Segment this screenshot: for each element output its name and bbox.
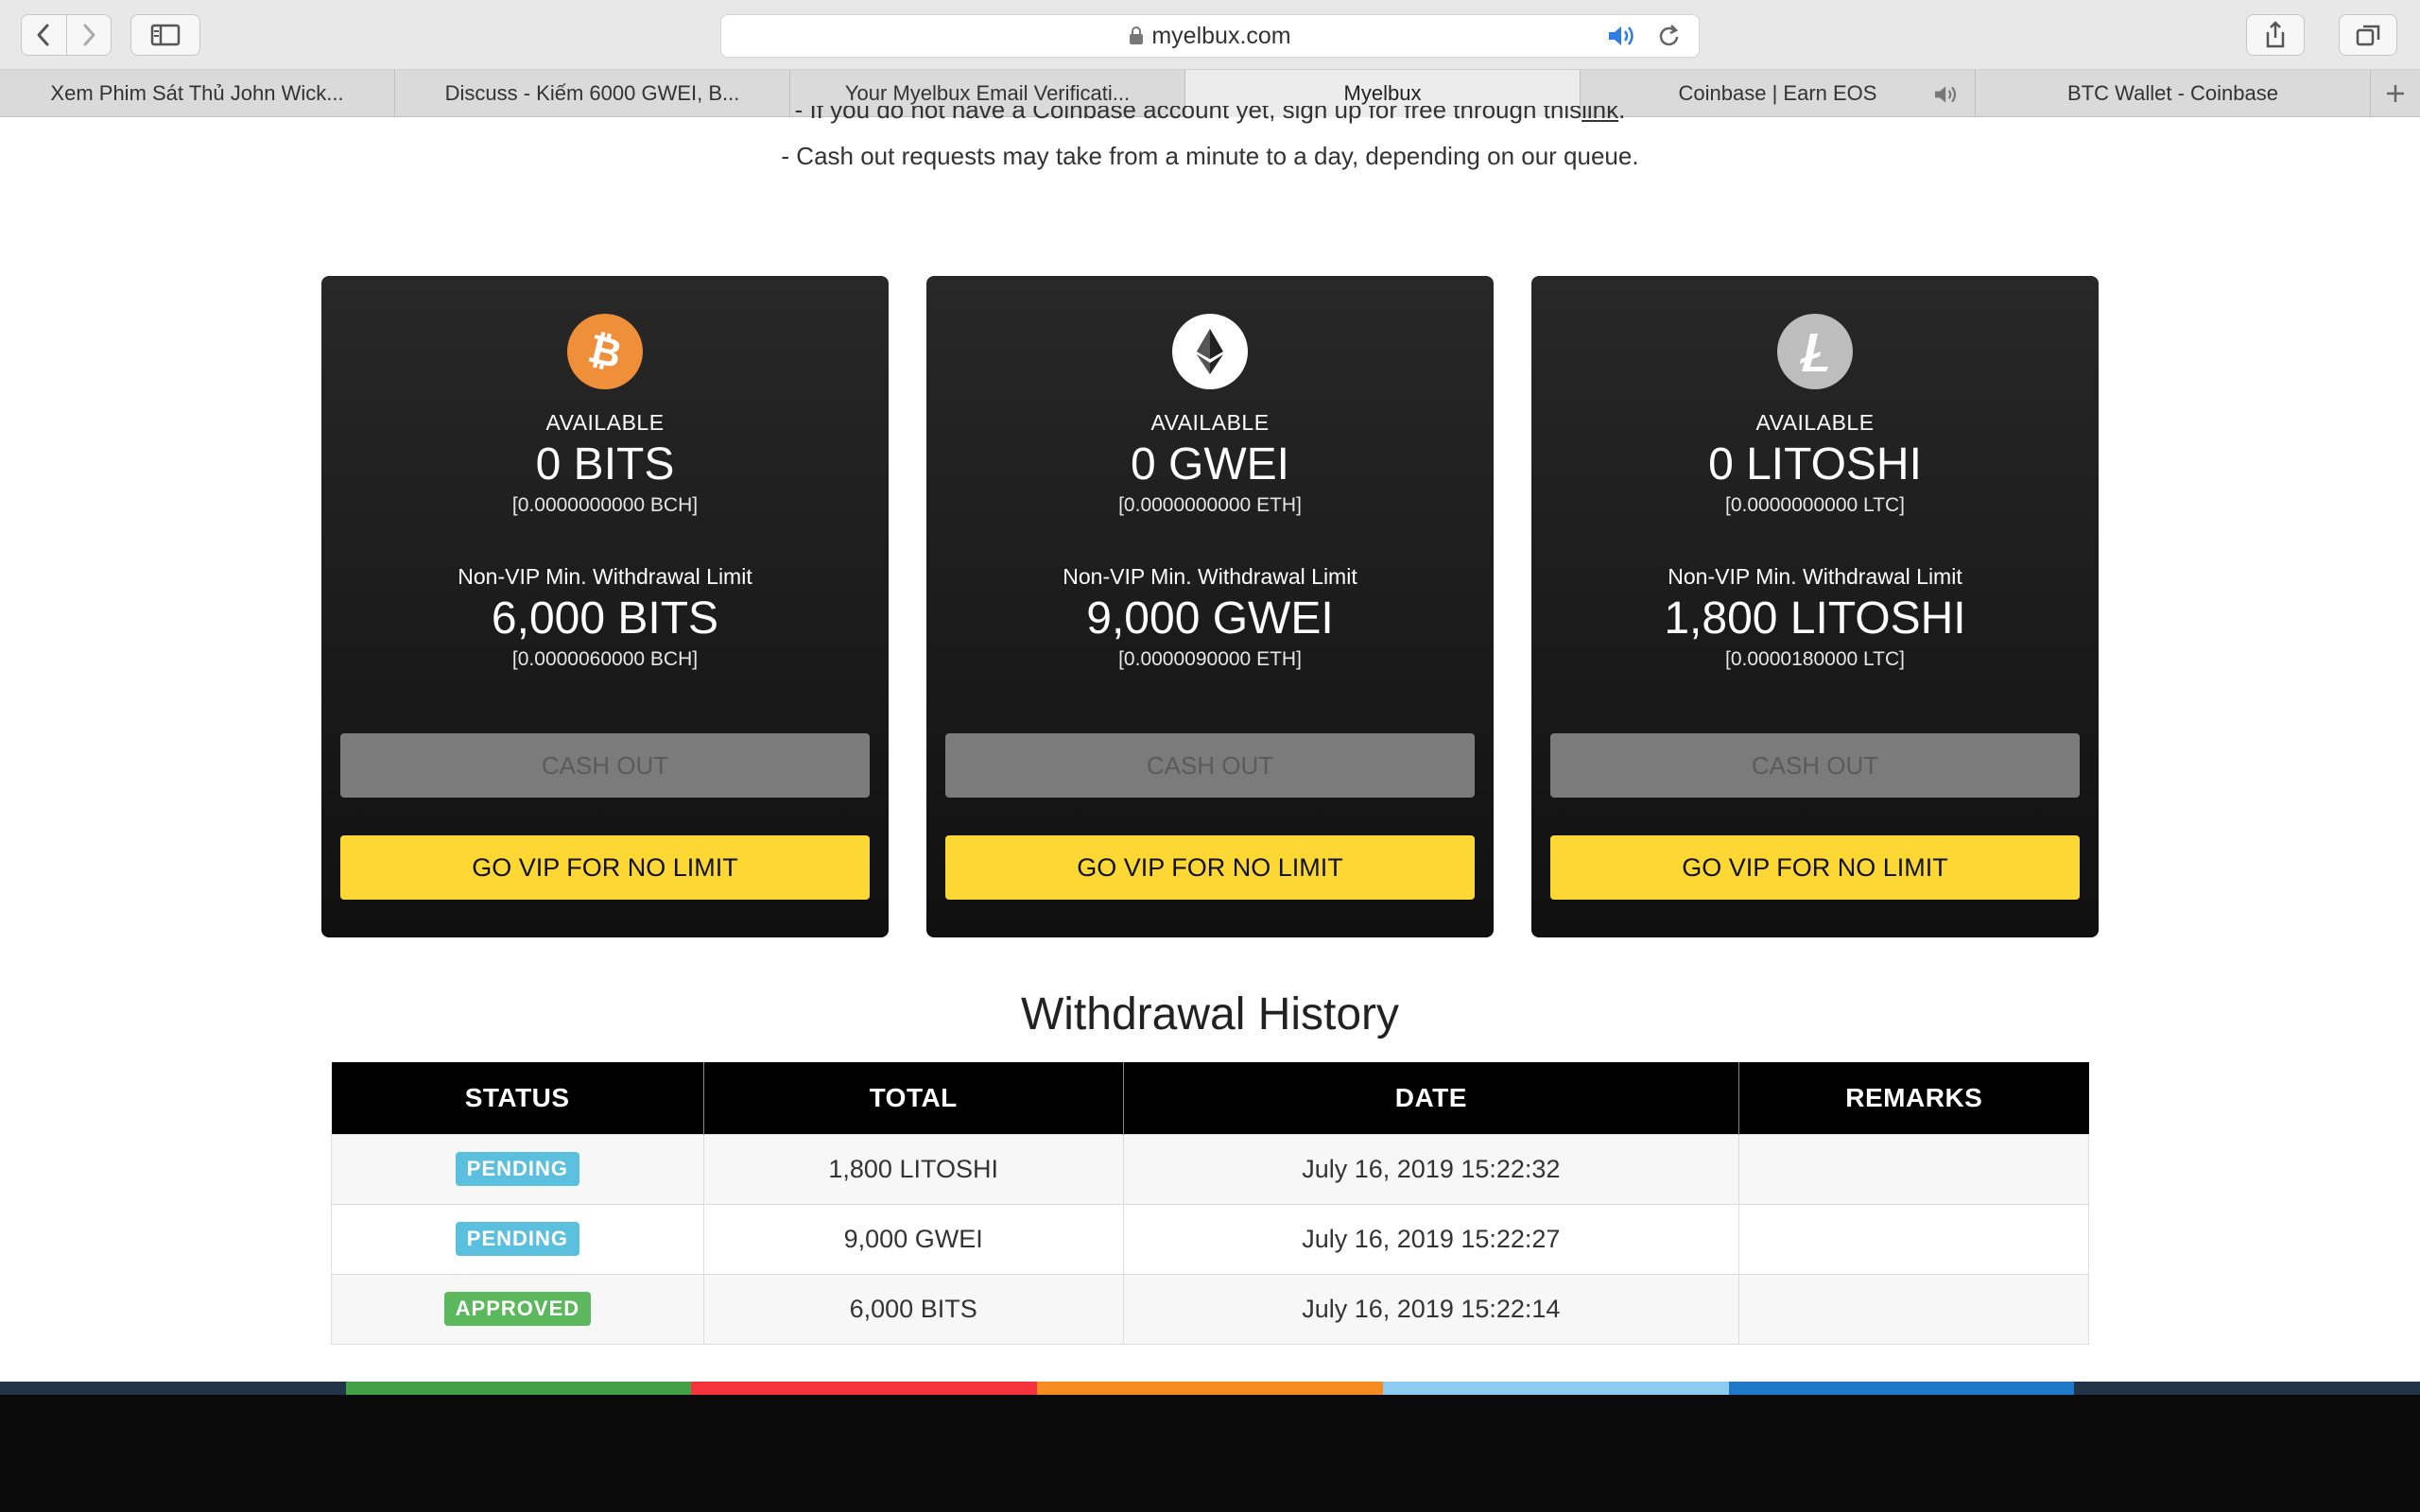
table-row: PENDING 1,800 LITOSHI July 16, 2019 15:2… [331, 1133, 2089, 1205]
back-button[interactable] [22, 15, 66, 55]
chevron-left-icon [37, 24, 49, 46]
table-row: PENDING 9,000 GWEI July 16, 2019 15:22:2… [331, 1203, 2089, 1275]
chevron-right-icon [83, 24, 95, 46]
column-header-date: DATE [1123, 1062, 1740, 1134]
date-cell: July 16, 2019 15:22:27 [1122, 1203, 1740, 1275]
available-label: AVAILABLE [1150, 410, 1270, 435]
bch-cash-out-button[interactable]: CASH OUT [340, 733, 870, 798]
remarks-cell [1738, 1203, 2089, 1275]
speaker-icon[interactable] [1606, 23, 1638, 49]
remarks-cell [1738, 1133, 2089, 1205]
limit-label: Non-VIP Min. Withdrawal Limit [458, 564, 752, 589]
available-label: AVAILABLE [1755, 410, 1875, 435]
bch-go-vip-button[interactable]: GO VIP FOR NO LIMIT [340, 835, 870, 900]
available-sub: [0.0000000000 LTC] [1725, 494, 1905, 516]
available-label: AVAILABLE [545, 410, 665, 435]
page-footer [0, 1395, 2420, 1512]
ethereum-icon [1172, 314, 1248, 389]
ltc-wallet-card: AVAILABLE 0 LITOSHI [0.0000000000 LTC] N… [1531, 276, 2099, 937]
available-value: 0 BITS [535, 439, 675, 490]
available-value: 0 GWEI [1130, 439, 1290, 490]
available-value: 0 LITOSHI [1708, 439, 1922, 490]
coinbase-signup-note: - If you do not have a Coinbase account … [0, 106, 2420, 129]
limit-sub: [0.0000180000 LTC] [1725, 648, 1905, 670]
sidebar-icon [150, 24, 181, 46]
date-cell: July 16, 2019 15:22:14 [1122, 1273, 1740, 1345]
ltc-go-vip-button[interactable]: GO VIP FOR NO LIMIT [1550, 835, 2080, 900]
column-header-remarks: REMARKS [1738, 1062, 2089, 1134]
status-badge: APPROVED [443, 1292, 592, 1326]
total-cell: 9,000 GWEI [702, 1203, 1124, 1275]
column-header-status: STATUS [331, 1062, 704, 1134]
reload-icon[interactable] [1657, 23, 1682, 49]
eth-cash-out-button[interactable]: CASH OUT [945, 733, 1475, 798]
limit-sub: [0.0000090000 ETH] [1118, 648, 1302, 670]
date-cell: July 16, 2019 15:22:32 [1122, 1133, 1740, 1205]
table-header-row: STATUS TOTAL DATE REMARKS [331, 1062, 2089, 1134]
forward-button[interactable] [65, 15, 112, 55]
tab-speaker-icon[interactable] [1931, 83, 1962, 106]
status-badge: PENDING [455, 1222, 580, 1256]
table-row: APPROVED 6,000 BITS July 16, 2019 15:22:… [331, 1273, 2089, 1345]
limit-value: 6,000 BITS [491, 593, 719, 644]
status-cell: APPROVED [331, 1273, 704, 1345]
eth-go-vip-button[interactable]: GO VIP FOR NO LIMIT [945, 835, 1475, 900]
wallet-cards: ₿ AVAILABLE 0 BITS [0.0000000000 BCH] No… [321, 276, 2099, 937]
remarks-cell [1738, 1273, 2089, 1345]
sidebar-toggle-button[interactable] [130, 14, 200, 56]
limit-sub: [0.0000060000 BCH] [511, 648, 699, 670]
plus-icon [2387, 84, 2404, 102]
stripe-segment [345, 1382, 692, 1395]
lock-icon [1130, 26, 1144, 44]
total-cell: 6,000 BITS [702, 1273, 1124, 1345]
limit-label: Non-VIP Min. Withdrawal Limit [1063, 564, 1357, 589]
withdrawal-history-title: Withdrawal History [1020, 989, 1400, 1040]
status-cell: PENDING [331, 1133, 704, 1205]
share-icon [2266, 21, 2285, 48]
status-cell: PENDING [331, 1203, 704, 1275]
stripe-segment [2074, 1382, 2420, 1395]
available-sub: [0.0000000000 ETH] [1118, 494, 1302, 516]
limit-value: 1,800 LITOSHI [1664, 593, 1966, 644]
withdrawal-history-table: STATUS TOTAL DATE REMARKS PENDING 1,800 … [331, 1062, 2089, 1345]
column-header-total: TOTAL [703, 1062, 1124, 1134]
stripe-segment [1037, 1382, 1383, 1395]
nav-buttons [21, 14, 112, 56]
url-text: myelbux.com [1151, 22, 1291, 49]
limit-value: 9,000 GWEI [1086, 593, 1334, 644]
share-button[interactable] [2246, 14, 2305, 56]
bch-wallet-card: ₿ AVAILABLE 0 BITS [0.0000000000 BCH] No… [321, 276, 889, 937]
stripe-segment [1728, 1382, 2075, 1395]
svg-text:₿: ₿ [584, 325, 627, 377]
tabs-overview-icon [2356, 25, 2380, 46]
bitcoin-cash-icon: ₿ [567, 314, 643, 389]
litecoin-icon [1777, 314, 1853, 389]
address-bar[interactable]: myelbux.com [720, 14, 1700, 58]
eth-wallet-card: AVAILABLE 0 GWEI [0.0000000000 ETH] Non-… [926, 276, 1494, 937]
browser-toolbar: myelbux.com [0, 0, 2420, 70]
footer-color-stripe [0, 1382, 2420, 1395]
limit-label: Non-VIP Min. Withdrawal Limit [1668, 564, 1962, 589]
stripe-segment [691, 1382, 1038, 1395]
ltc-cash-out-button[interactable]: CASH OUT [1550, 733, 2080, 798]
stripe-segment [1382, 1382, 1729, 1395]
status-badge: PENDING [455, 1152, 580, 1186]
stripe-segment [0, 1382, 346, 1395]
cashout-queue-note: - Cash out requests may take from a minu… [781, 142, 1639, 170]
show-tabs-button[interactable] [2339, 14, 2397, 56]
total-cell: 1,800 LITOSHI [702, 1133, 1124, 1205]
signup-link[interactable]: link [1582, 106, 1618, 124]
available-sub: [0.0000000000 BCH] [511, 494, 699, 516]
